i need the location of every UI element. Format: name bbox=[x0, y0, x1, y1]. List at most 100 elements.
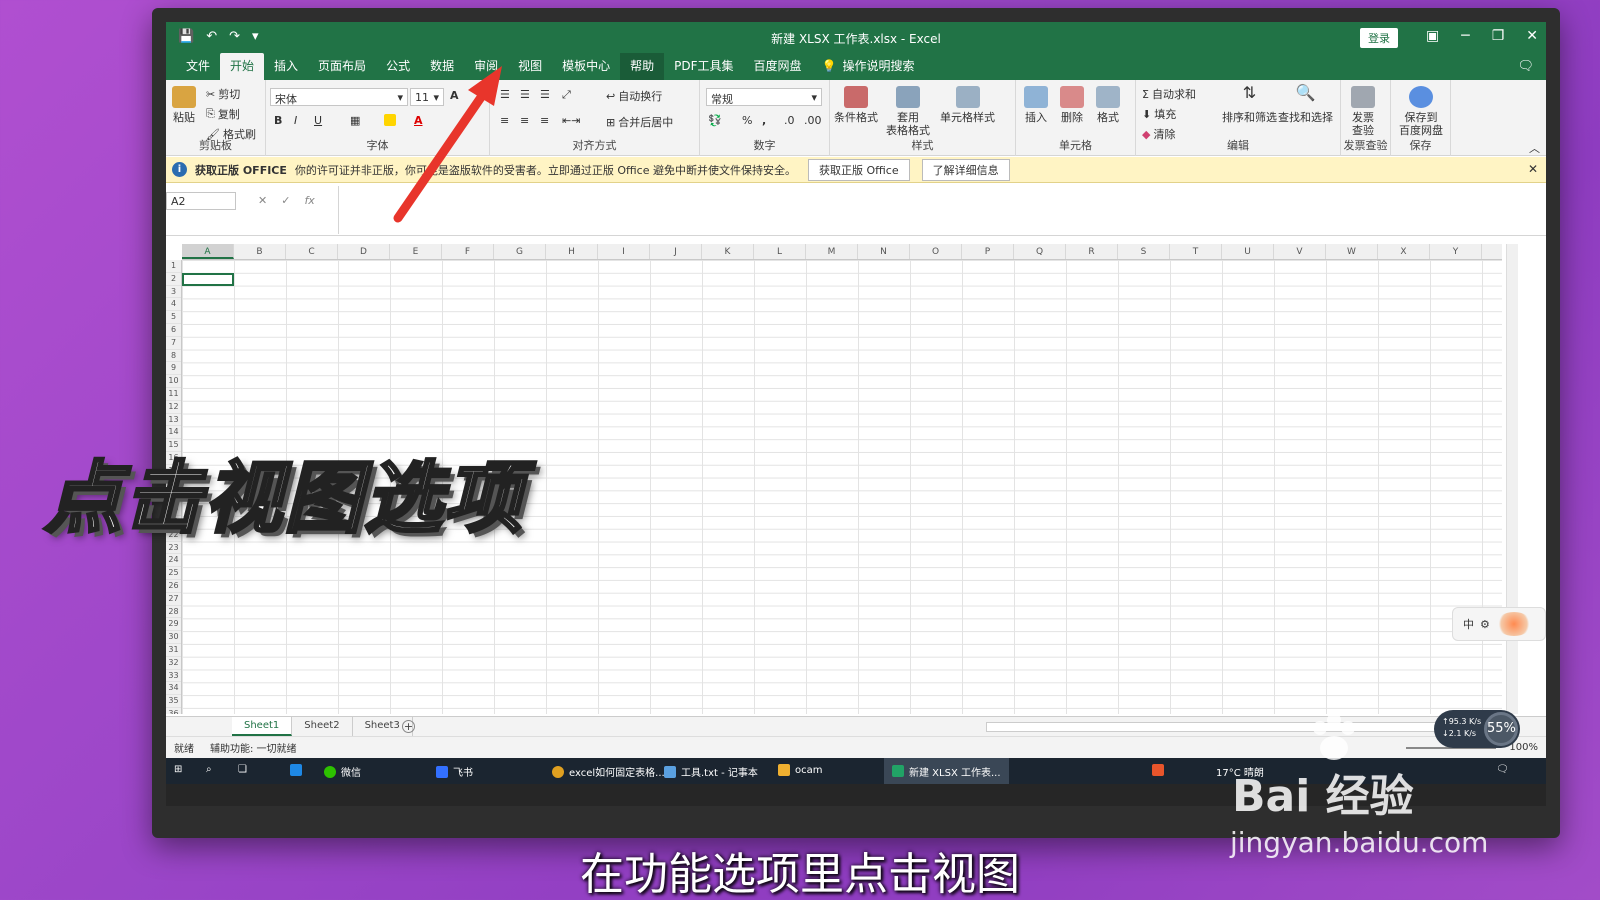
sheet-tab-1[interactable]: Sheet1 bbox=[232, 717, 293, 736]
bold-button[interactable]: B bbox=[274, 114, 282, 127]
align-right-icon[interactable]: ≡ bbox=[540, 114, 549, 127]
invoice-check-button[interactable]: 发票 查验 bbox=[1351, 86, 1375, 137]
row-header[interactable]: 1 bbox=[166, 260, 181, 273]
row-header[interactable]: 31 bbox=[166, 644, 181, 657]
tab-baidu-netdisk[interactable]: 百度网盘 bbox=[744, 53, 812, 80]
add-sheet-icon[interactable]: + bbox=[402, 720, 415, 733]
column-header[interactable]: L bbox=[754, 244, 806, 259]
taskbar-feishu[interactable]: 飞书 bbox=[436, 764, 473, 779]
row-header[interactable]: 28 bbox=[166, 606, 181, 619]
zoom-level[interactable]: 100% bbox=[1509, 742, 1538, 753]
align-middle-icon[interactable]: ☰ bbox=[520, 88, 530, 101]
align-bottom-icon[interactable]: ☰ bbox=[540, 88, 550, 101]
column-header[interactable]: E bbox=[390, 244, 442, 259]
column-header[interactable]: T bbox=[1170, 244, 1222, 259]
fill-button[interactable]: ⬇ 填充 bbox=[1142, 106, 1176, 122]
italic-button[interactable]: I bbox=[294, 114, 297, 127]
row-header[interactable]: 6 bbox=[166, 324, 181, 337]
cancel-icon[interactable]: ✕ bbox=[258, 194, 267, 207]
conditional-format-button[interactable]: 条件格式 bbox=[834, 86, 878, 124]
taskbar-ocam[interactable]: ocam bbox=[778, 764, 823, 776]
merge-center-button[interactable]: ⊞ 合并后居中 bbox=[606, 114, 673, 130]
column-header[interactable]: K bbox=[702, 244, 754, 259]
row-header[interactable]: 2 bbox=[166, 273, 181, 286]
column-header[interactable]: Z bbox=[1482, 244, 1502, 259]
taskbar-chrome[interactable]: excel如何固定表格... bbox=[552, 764, 665, 779]
border-button[interactable]: ▦ bbox=[350, 114, 360, 127]
row-header[interactable]: 35 bbox=[166, 695, 181, 708]
row-header[interactable]: 32 bbox=[166, 657, 181, 670]
row-header[interactable]: 8 bbox=[166, 350, 181, 363]
network-speed-widget[interactable]: ↑95.3 K/s ↓2.1 K/s 55% bbox=[1434, 710, 1520, 748]
currency-icon[interactable]: 💱 bbox=[708, 114, 722, 127]
decrease-decimal-icon[interactable]: .00 bbox=[804, 114, 822, 127]
insert-cells-button[interactable]: 插入 bbox=[1024, 86, 1048, 124]
cell-styles-button[interactable]: 单元格样式 bbox=[940, 86, 995, 124]
login-button[interactable]: 登录 bbox=[1360, 28, 1398, 48]
column-header[interactable]: J bbox=[650, 244, 702, 259]
close-warning-icon[interactable]: ✕ bbox=[1528, 162, 1538, 176]
tray-app-icon[interactable] bbox=[1152, 764, 1164, 776]
row-header[interactable]: 29 bbox=[166, 618, 181, 632]
comma-button[interactable]: , bbox=[762, 114, 766, 127]
tab-help[interactable]: 帮助 bbox=[620, 53, 665, 80]
taskbar-wechat[interactable]: 微信 bbox=[324, 764, 361, 779]
row-header[interactable]: 10 bbox=[166, 375, 181, 388]
column-header[interactable]: U bbox=[1222, 244, 1274, 259]
format-cells-button[interactable]: 格式 bbox=[1096, 86, 1120, 124]
row-header[interactable]: 33 bbox=[166, 670, 181, 683]
get-genuine-office-button[interactable]: 获取正版 Office bbox=[808, 158, 910, 181]
column-header[interactable]: R bbox=[1066, 244, 1118, 259]
restore-icon[interactable]: ❐ bbox=[1492, 28, 1505, 44]
wrap-text-button[interactable]: ↩ 自动换行 bbox=[606, 88, 662, 104]
delete-cells-button[interactable]: 删除 bbox=[1060, 86, 1084, 124]
tab-pdf-tools[interactable]: PDF工具集 bbox=[664, 53, 743, 80]
row-header[interactable]: 9 bbox=[166, 362, 181, 376]
task-view-icon[interactable]: ❏ bbox=[238, 764, 247, 775]
row-header[interactable]: 5 bbox=[166, 311, 181, 324]
column-header[interactable]: Y bbox=[1430, 244, 1482, 259]
row-header[interactable]: 24 bbox=[166, 554, 181, 568]
column-header[interactable]: G bbox=[494, 244, 546, 259]
row-header[interactable]: 4 bbox=[166, 298, 181, 312]
row-header[interactable]: 25 bbox=[166, 567, 181, 580]
increase-decimal-icon[interactable]: .0 bbox=[784, 114, 795, 127]
row-header[interactable]: 12 bbox=[166, 401, 181, 414]
column-header[interactable]: C bbox=[286, 244, 338, 259]
tab-template-center[interactable]: 模板中心 bbox=[552, 53, 620, 80]
column-header[interactable]: S bbox=[1118, 244, 1170, 259]
column-header[interactable]: O bbox=[910, 244, 962, 259]
comments-icon[interactable]: 🗨 bbox=[1517, 59, 1534, 74]
tab-file[interactable]: 文件 bbox=[176, 53, 220, 80]
sheet-tab-2[interactable]: Sheet2 bbox=[292, 717, 353, 736]
search-icon[interactable]: ⌕ bbox=[206, 764, 212, 775]
row-header[interactable]: 3 bbox=[166, 286, 181, 299]
horizontal-scrollbar[interactable] bbox=[986, 722, 1506, 732]
tell-me-search[interactable]: 💡 操作说明搜索 bbox=[812, 53, 925, 80]
underline-button[interactable]: U bbox=[314, 114, 322, 127]
column-header[interactable]: X bbox=[1378, 244, 1430, 259]
orientation-icon[interactable]: ⤢ bbox=[562, 88, 571, 102]
tab-page-layout[interactable]: 页面布局 bbox=[308, 53, 376, 80]
column-header[interactable]: P bbox=[962, 244, 1014, 259]
row-header[interactable]: 7 bbox=[166, 337, 181, 350]
row-header[interactable]: 26 bbox=[166, 580, 181, 593]
row-header[interactable]: 30 bbox=[166, 631, 181, 644]
close-icon[interactable]: ✕ bbox=[1526, 28, 1538, 44]
insert-function-button[interactable]: fx bbox=[304, 194, 314, 207]
column-header[interactable]: H bbox=[546, 244, 598, 259]
row-header[interactable]: 27 bbox=[166, 593, 181, 606]
column-header[interactable]: I bbox=[598, 244, 650, 259]
taskbar-app-icon[interactable] bbox=[290, 764, 302, 776]
row-header[interactable]: 36 bbox=[166, 708, 181, 714]
save-to-netdisk-button[interactable]: 保存到 百度网盘 bbox=[1399, 86, 1443, 137]
paste-button[interactable]: 粘贴 bbox=[172, 86, 196, 124]
tab-insert[interactable]: 插入 bbox=[264, 53, 308, 80]
column-header[interactable]: M bbox=[806, 244, 858, 259]
column-header[interactable]: Q bbox=[1014, 244, 1066, 259]
active-cell[interactable] bbox=[182, 273, 234, 286]
learn-more-button[interactable]: 了解详细信息 bbox=[921, 158, 1010, 181]
column-header[interactable]: W bbox=[1326, 244, 1378, 259]
row-header[interactable]: 13 bbox=[166, 414, 181, 427]
column-header[interactable]: D bbox=[338, 244, 390, 259]
